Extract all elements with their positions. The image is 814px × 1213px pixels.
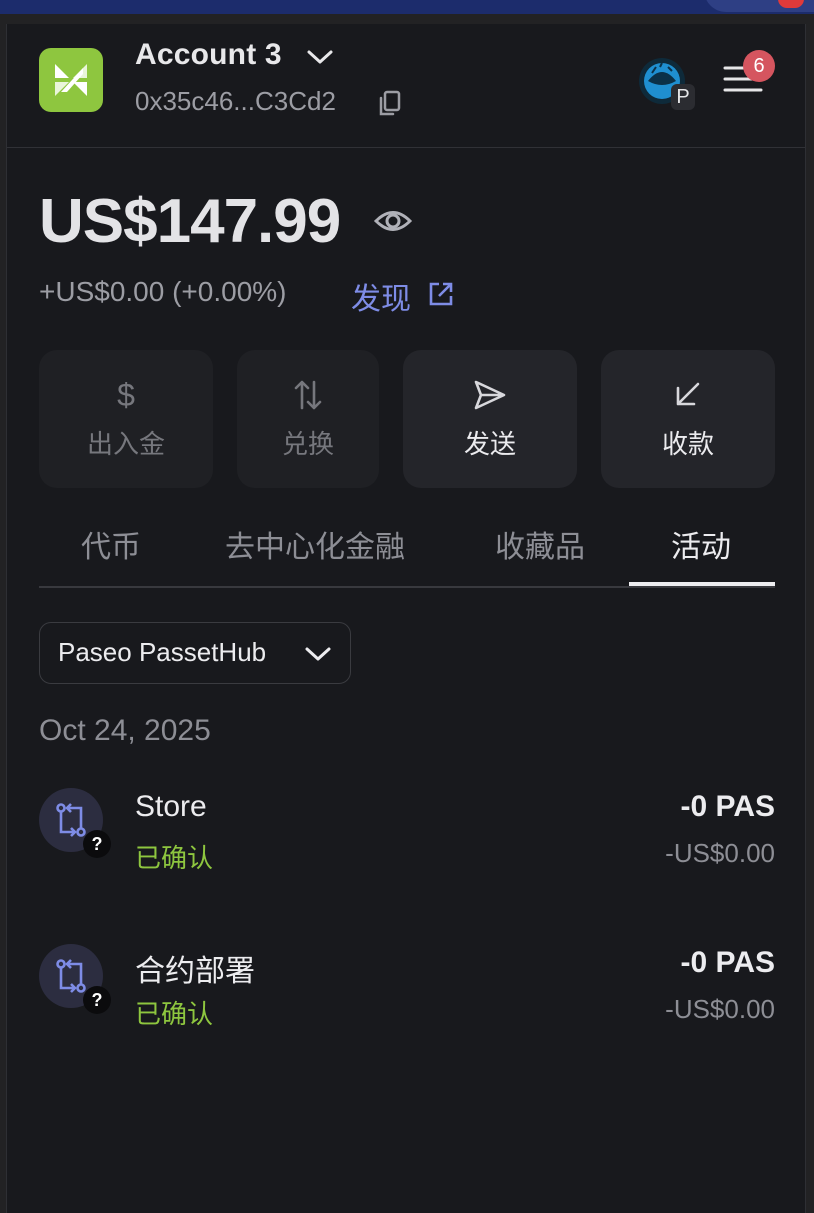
- swap-icon: [294, 380, 322, 409]
- unknown-token-badge: ?: [83, 986, 111, 1014]
- activity-amount: -0 PAS: [680, 790, 775, 823]
- activity-fiat-amount: -US$0.00: [665, 838, 775, 868]
- eye-icon[interactable]: [373, 206, 413, 236]
- account-address: 0x35c46...C3Cd2: [135, 86, 336, 116]
- wallet-logo[interactable]: [39, 48, 103, 112]
- chevron-down-icon: [305, 647, 331, 661]
- receive-icon: [676, 382, 700, 405]
- buy-sell-button[interactable]: $ 出入金: [39, 350, 213, 488]
- svg-text:$: $: [117, 378, 135, 412]
- activity-amount: -0 PAS: [680, 946, 775, 979]
- receive-label: 收款: [661, 428, 714, 459]
- activity-date: Oct 24, 2025: [39, 714, 211, 747]
- buy-sell-label: 出入金: [86, 428, 165, 459]
- activity-item[interactable]: ? Store 已确认 -0 PAS -US$0.00: [39, 786, 775, 876]
- chevron-down-icon[interactable]: [305, 46, 335, 68]
- send-label: 发送: [463, 428, 516, 459]
- network-badge: P: [671, 84, 695, 110]
- notification-badge: 6: [743, 50, 775, 82]
- tab-activity[interactable]: 活动: [671, 522, 731, 566]
- tab-bar: 代币 去中心化金融 收藏品 活动: [39, 518, 775, 588]
- wallet-popup: Account 3 0x35c46...C3Cd2 P 6 US$147.99 …: [6, 24, 806, 1213]
- unknown-token-badge: ?: [83, 830, 111, 858]
- browser-toolbar: [0, 0, 814, 14]
- tab-defi[interactable]: 去中心化金融: [225, 522, 405, 566]
- tab-tokens[interactable]: 代币: [81, 522, 141, 566]
- wallet-logo-icon: [55, 64, 87, 96]
- activity-title: 合约部署: [135, 955, 255, 988]
- send-button[interactable]: 发送: [403, 350, 577, 488]
- active-tab-indicator: [629, 582, 775, 586]
- discover-link[interactable]: 发现: [351, 274, 411, 318]
- send-icon: [474, 380, 506, 409]
- header: Account 3 0x35c46...C3Cd2 P 6: [7, 24, 805, 148]
- activity-fiat-amount: -US$0.00: [665, 994, 775, 1024]
- total-balance: US$147.99: [39, 187, 341, 256]
- activity-status: 已确认: [135, 843, 214, 873]
- external-link-icon[interactable]: [427, 280, 455, 308]
- network-filter-dropdown[interactable]: Paseo PassetHub: [39, 622, 351, 684]
- activity-item[interactable]: ? 合约部署 已确认 -0 PAS -US$0.00: [39, 942, 775, 1032]
- activity-status: 已确认: [135, 999, 214, 1029]
- activity-title: Store: [135, 790, 207, 823]
- receive-button[interactable]: 收款: [601, 350, 775, 488]
- copy-icon[interactable]: [377, 90, 403, 118]
- account-name[interactable]: Account 3: [135, 38, 282, 72]
- swap-label: 兑换: [281, 428, 334, 459]
- network-filter-label: Paseo PassetHub: [58, 637, 267, 667]
- balance-change: +US$0.00 (+0.00%): [39, 276, 287, 307]
- tab-collectibles[interactable]: 收藏品: [495, 522, 585, 566]
- swap-button[interactable]: 兑换: [237, 350, 379, 488]
- dollar-icon: $: [117, 378, 135, 412]
